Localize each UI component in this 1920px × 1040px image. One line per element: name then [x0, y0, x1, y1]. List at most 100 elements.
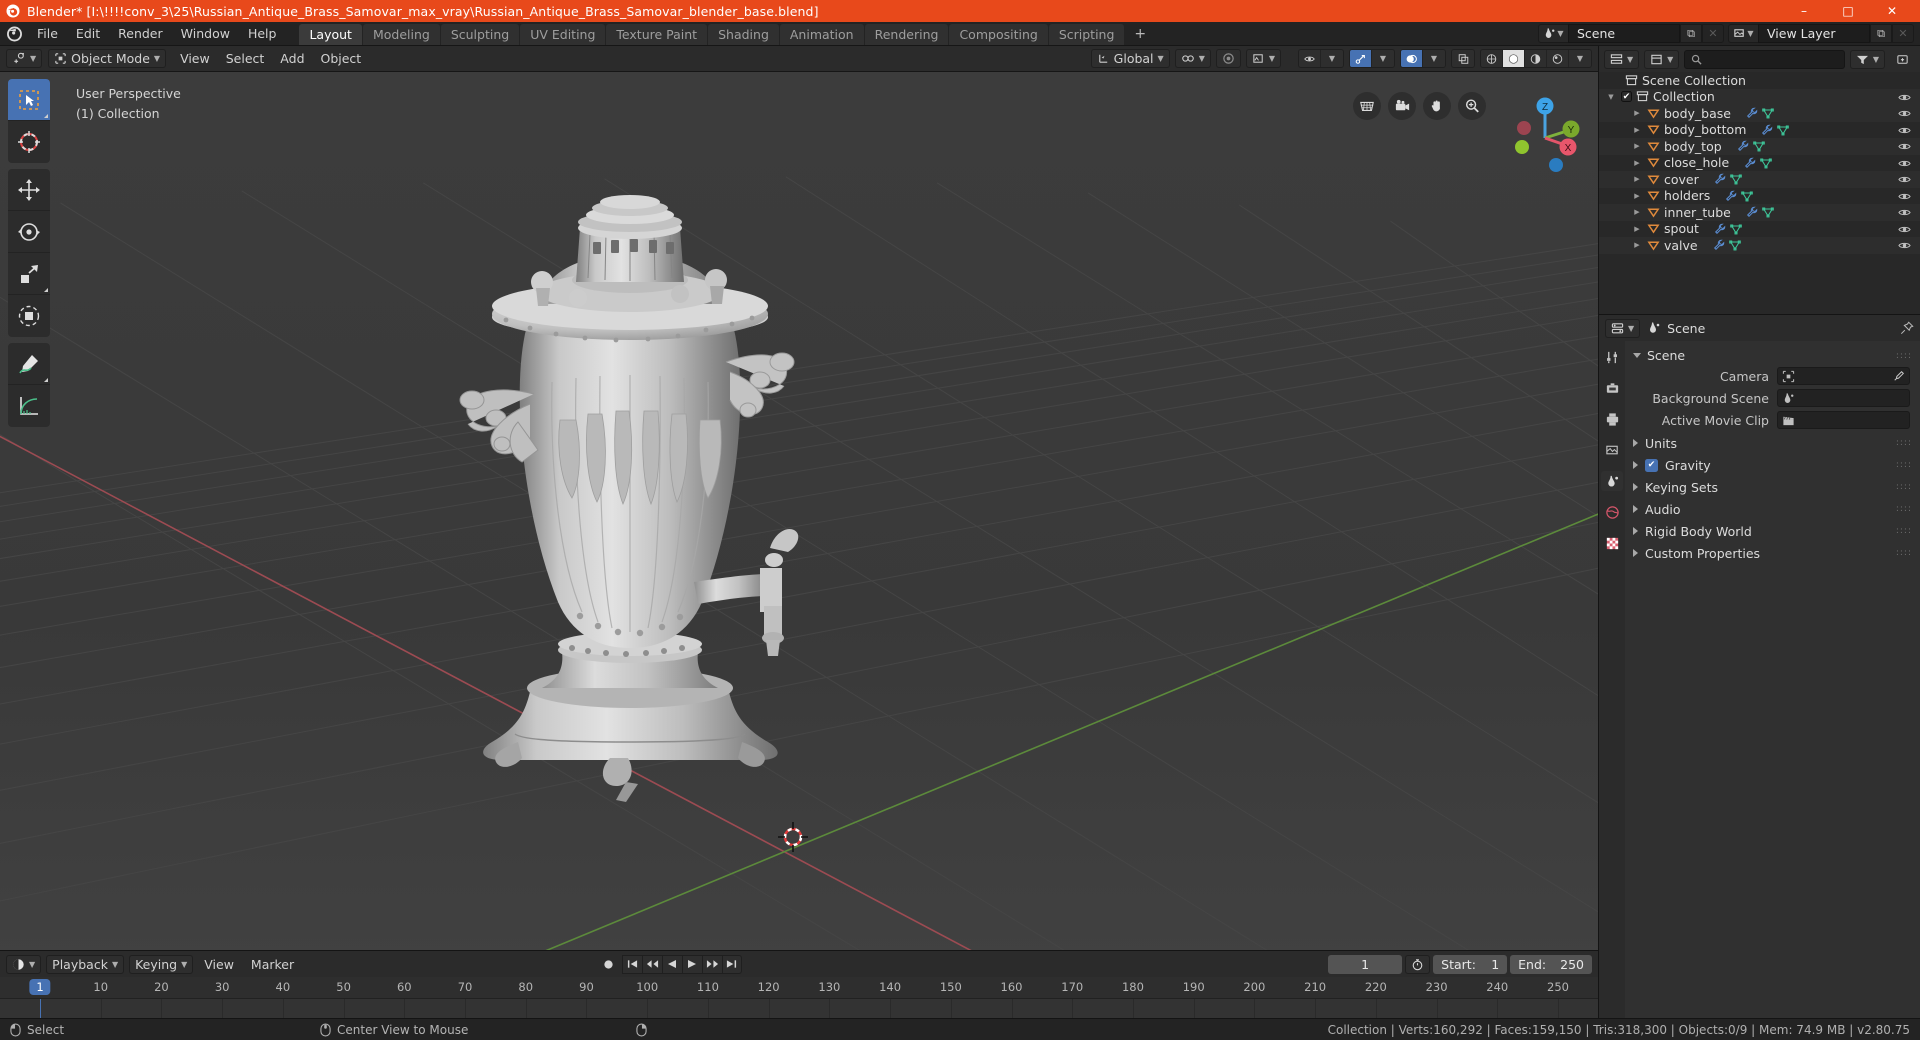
gravity-checkbox[interactable]: ✔	[1645, 458, 1658, 472]
hide-in-viewport-toggle[interactable]	[1898, 173, 1911, 186]
cursor-tool[interactable]	[8, 121, 50, 163]
tab-view-layer-properties[interactable]	[1601, 440, 1623, 460]
menu-window[interactable]: Window	[172, 22, 239, 45]
expand-toggle[interactable]: ▶	[1631, 192, 1643, 200]
mesh-data-icon[interactable]	[1752, 140, 1765, 152]
show-overlays-button[interactable]	[1401, 50, 1423, 67]
mesh-data-icon[interactable]	[1741, 190, 1754, 202]
outliner-row-collection[interactable]: ▼ ✔ Collection	[1599, 88, 1920, 105]
gravity-section[interactable]: ✔ Gravity ::::	[1625, 454, 1920, 476]
outliner-filter-button[interactable]: ▼	[1849, 49, 1885, 69]
transform-orientation-selector[interactable]: Global ▼	[1090, 49, 1170, 68]
object-mode-selector[interactable]: Object Mode ▼	[48, 49, 167, 68]
jump-to-prev-keyframe-button[interactable]	[641, 954, 662, 974]
outliner-row-close_hole[interactable]: ▶ close_hole	[1599, 155, 1920, 172]
hide-in-viewport-toggle[interactable]	[1898, 157, 1911, 170]
view-layer-icon[interactable]: ▼	[1728, 24, 1758, 43]
mesh-data-icon[interactable]	[1762, 107, 1774, 119]
auto-keying-button[interactable]	[1405, 954, 1431, 974]
new-view-layer-button[interactable]: ⧉	[1870, 24, 1892, 43]
outliner-row-scene-collection[interactable]: Scene Collection	[1599, 72, 1920, 89]
modifier-icon[interactable]	[1744, 157, 1756, 169]
menu-help[interactable]: Help	[239, 22, 286, 45]
mesh-data-icon[interactable]	[1777, 124, 1790, 136]
menu-render[interactable]: Render	[109, 22, 172, 45]
tab-uv-editing[interactable]: UV Editing	[520, 24, 606, 45]
outliner-tree[interactable]: Scene Collection ▼ ✔ Collection ▶ body_base ▶ b…	[1599, 72, 1920, 314]
pin-id-button[interactable]	[1900, 321, 1914, 335]
eyedropper-icon[interactable]	[1893, 370, 1905, 382]
zoom-view-icon[interactable]	[1458, 92, 1486, 120]
snap-selector[interactable]: ▼	[1174, 49, 1211, 68]
tweak-select-box-tool[interactable]	[8, 79, 50, 121]
overlay-dropdown-button[interactable]: ▼	[1423, 50, 1445, 67]
outliner-new-collection-button[interactable]	[1890, 50, 1915, 69]
expand-toggle[interactable]: ▼	[1605, 93, 1617, 101]
tab-output-properties[interactable]	[1601, 409, 1623, 429]
frame-start-field[interactable]: Start: 1	[1433, 954, 1508, 974]
hide-in-viewport-toggle[interactable]	[1898, 206, 1911, 219]
tab-scripting[interactable]: Scripting	[1048, 24, 1125, 45]
expand-toggle[interactable]: ▶	[1631, 142, 1643, 150]
jump-to-start-button[interactable]	[621, 954, 642, 974]
menu-file[interactable]: File	[28, 22, 67, 45]
audio-section[interactable]: Audio ::::	[1625, 498, 1920, 520]
scene-icon[interactable]: ▼	[1538, 24, 1568, 43]
transform-tool[interactable]	[8, 295, 50, 337]
expand-toggle[interactable]: ▶	[1631, 241, 1643, 249]
proportional-falloff-selector[interactable]: ▼	[1245, 49, 1281, 68]
timeline-editor-type-button[interactable]: ▼	[6, 954, 42, 974]
tab-texture-properties[interactable]	[1601, 533, 1623, 553]
outliner-row-spout[interactable]: ▶ spout	[1599, 221, 1920, 238]
active-movie-clip-field[interactable]	[1777, 411, 1910, 429]
scene-name-field[interactable]: Scene	[1568, 24, 1680, 43]
add-workspace-button[interactable]: +	[1125, 22, 1155, 45]
tab-sculpting[interactable]: Sculpting	[440, 24, 520, 45]
outliner-row-body_bottom[interactable]: ▶ body_bottom	[1599, 122, 1920, 139]
play-reverse-button[interactable]	[661, 954, 682, 974]
hide-in-viewport-toggle[interactable]	[1898, 91, 1911, 104]
modifier-icon[interactable]	[1713, 239, 1725, 251]
new-scene-button[interactable]: ⧉	[1680, 24, 1702, 43]
expand-toggle[interactable]: ▶	[1631, 126, 1643, 134]
3d-viewport[interactable]: User Perspective (1) Collection Z Y X	[0, 72, 1598, 950]
modifier-icon[interactable]	[1746, 107, 1758, 119]
tab-render-properties[interactable]	[1601, 378, 1623, 398]
viewport-menu-view[interactable]: View	[172, 49, 218, 68]
gizmo-dropdown-button[interactable]: ▼	[1372, 50, 1394, 67]
expand-toggle[interactable]: ▶	[1631, 109, 1643, 117]
samovar-3d-model[interactable]	[430, 182, 850, 872]
current-frame-field[interactable]: 1	[1328, 954, 1403, 974]
shading-dropdown-button[interactable]: ▼	[1569, 50, 1591, 67]
mesh-data-icon[interactable]	[1728, 239, 1741, 251]
units-section[interactable]: Units ::::	[1625, 432, 1920, 454]
expand-toggle[interactable]: ▶	[1631, 175, 1643, 183]
tab-tool-properties[interactable]	[1601, 347, 1623, 367]
rotate-tool[interactable]	[8, 211, 50, 253]
zoom-region-icon[interactable]	[1353, 92, 1381, 120]
custom-properties-section[interactable]: Custom Properties ::::	[1625, 542, 1920, 564]
outliner-row-holders[interactable]: ▶ holders	[1599, 188, 1920, 205]
modifier-icon[interactable]	[1746, 206, 1758, 218]
outliner-row-cover[interactable]: ▶ cover	[1599, 171, 1920, 188]
modifier-icon[interactable]	[1725, 190, 1737, 202]
hide-in-viewport-toggle[interactable]	[1898, 140, 1911, 153]
view-layer-name-field[interactable]: View Layer	[1758, 24, 1870, 43]
toggle-xray-button[interactable]	[1452, 50, 1474, 67]
mesh-data-icon[interactable]	[1730, 223, 1742, 235]
outliner-row-valve[interactable]: ▶ valve	[1599, 237, 1920, 254]
timeline-ruler[interactable]: 1 10 20 30 40 50 60 70 80 90 100 110 120 130 140 150 160…	[0, 977, 1598, 999]
hide-in-viewport-toggle[interactable]	[1898, 124, 1911, 137]
outliner-editor-type-button[interactable]: ▼	[1604, 49, 1640, 69]
playback-menu[interactable]: Playback ▼	[46, 954, 125, 974]
tab-modeling[interactable]: Modeling	[362, 24, 440, 45]
modifier-icon[interactable]	[1714, 173, 1726, 185]
modifier-icon[interactable]	[1714, 223, 1726, 235]
expand-toggle[interactable]: ▶	[1631, 208, 1643, 216]
object-type-visibility-button[interactable]	[1299, 50, 1321, 67]
tab-layout[interactable]: Layout	[299, 24, 362, 45]
camera-view-icon[interactable]	[1388, 92, 1416, 120]
remove-view-layer-button[interactable]: ✕	[1892, 24, 1914, 43]
view-layer-selector[interactable]: ▼ View Layer ⧉ ✕	[1728, 24, 1914, 43]
camera-field[interactable]	[1777, 367, 1910, 385]
